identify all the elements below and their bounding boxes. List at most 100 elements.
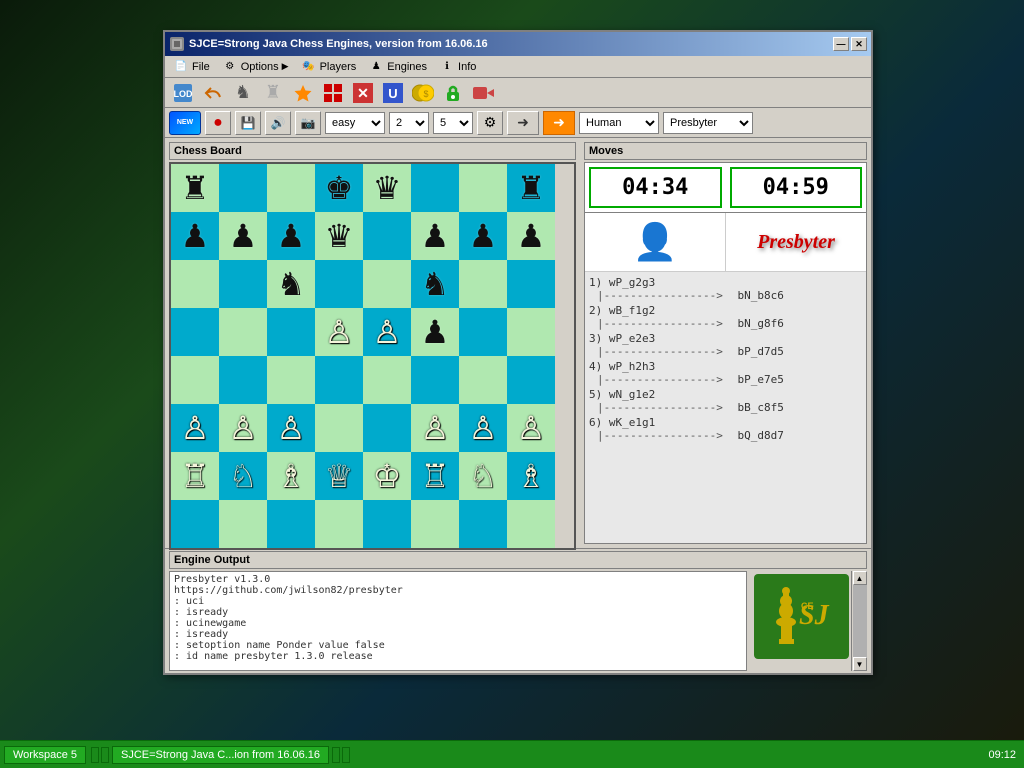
board-square[interactable]: ♙ — [171, 404, 219, 452]
board-square[interactable]: ♚ — [315, 164, 363, 212]
board-square[interactable]: ♟ — [507, 212, 555, 260]
undo-button[interactable] — [199, 80, 227, 106]
board-square[interactable] — [459, 356, 507, 404]
board-square[interactable] — [459, 260, 507, 308]
board-square[interactable] — [171, 260, 219, 308]
board-square[interactable] — [219, 260, 267, 308]
board-square[interactable] — [267, 164, 315, 212]
board-square[interactable]: ♞ — [411, 260, 459, 308]
board-square[interactable] — [459, 500, 507, 548]
board-square[interactable] — [267, 500, 315, 548]
board-square[interactable]: ♙ — [363, 308, 411, 356]
depth2-select[interactable]: 1 2 3 4 5 — [433, 112, 473, 134]
scrollbar-track[interactable] — [853, 585, 867, 657]
board-square[interactable]: ♟ — [411, 212, 459, 260]
board-square[interactable]: ♟ — [219, 212, 267, 260]
stop-button[interactable]: ● — [205, 111, 231, 135]
moves-list[interactable]: 1) wP_g2g3 |-----------------> bN_b8c62)… — [585, 272, 866, 543]
white-player-select[interactable]: Human Computer — [579, 112, 659, 134]
menu-players[interactable]: 🎭 Players — [295, 57, 363, 77]
menu-engines[interactable]: ♟ Engines — [362, 57, 433, 77]
board-square[interactable]: ♖ — [171, 452, 219, 500]
menu-info[interactable]: ℹ Info — [433, 57, 482, 77]
board-square[interactable] — [363, 212, 411, 260]
grid-button[interactable] — [319, 80, 347, 106]
board-square[interactable] — [507, 500, 555, 548]
next-move-button[interactable]: ➜ — [543, 111, 575, 135]
board-square[interactable] — [459, 164, 507, 212]
lod-button[interactable]: LOD — [169, 80, 197, 106]
board-square[interactable]: ♗ — [507, 452, 555, 500]
board-square[interactable] — [219, 308, 267, 356]
knight-piece-button[interactable]: ♞ — [229, 80, 257, 106]
board-square[interactable] — [315, 500, 363, 548]
board-square[interactable]: ♖ — [411, 452, 459, 500]
taskbar-workspace[interactable]: Workspace 5 — [4, 746, 86, 764]
board-square[interactable]: ♙ — [459, 404, 507, 452]
export-button[interactable] — [469, 80, 497, 106]
board-square[interactable] — [219, 500, 267, 548]
camera-button[interactable]: 📷 — [295, 111, 321, 135]
board-square[interactable] — [315, 404, 363, 452]
board-square[interactable]: ♕ — [315, 452, 363, 500]
new-game-button[interactable]: NEW — [169, 111, 201, 135]
scrollbar-down-button[interactable]: ▼ — [853, 657, 867, 671]
prev-move-button[interactable]: ➜ — [507, 111, 539, 135]
chess-board[interactable]: ♜♚♛♜♟♟♟♛♟♟♟♞♞♙♙♟♙♙♙♙♙♙♖♘♗♕♔♖♘♗ — [169, 162, 576, 550]
difficulty-select[interactable]: easy medium hard — [325, 112, 385, 134]
board-square[interactable]: ♛ — [363, 164, 411, 212]
sound-button[interactable]: 🔊 — [265, 111, 291, 135]
board-square[interactable]: ♙ — [411, 404, 459, 452]
rook-piece-button[interactable]: ♜ — [259, 80, 287, 106]
board-square[interactable] — [219, 356, 267, 404]
board-square[interactable] — [363, 500, 411, 548]
board-square[interactable]: ♙ — [315, 308, 363, 356]
board-square[interactable]: ♜ — [507, 164, 555, 212]
board-square[interactable] — [507, 260, 555, 308]
settings-icon-button[interactable]: ⚙ — [477, 111, 503, 135]
board-square[interactable] — [171, 356, 219, 404]
board-square[interactable] — [315, 260, 363, 308]
board-square[interactable] — [219, 164, 267, 212]
board-square[interactable] — [363, 356, 411, 404]
taskbar-app-button[interactable]: SJCE=Strong Java C...ion from 16.06.16 — [112, 746, 329, 764]
board-square[interactable] — [411, 164, 459, 212]
board-square[interactable]: ♟ — [459, 212, 507, 260]
board-square[interactable] — [459, 308, 507, 356]
board-square[interactable] — [267, 308, 315, 356]
board-square[interactable] — [411, 500, 459, 548]
board-square[interactable]: ♜ — [171, 164, 219, 212]
board-square[interactable] — [363, 260, 411, 308]
board-square[interactable]: ♟ — [171, 212, 219, 260]
lock-button[interactable] — [439, 80, 467, 106]
coins-button[interactable]: $ — [409, 80, 437, 106]
board-square[interactable] — [363, 404, 411, 452]
x-button[interactable]: ✕ — [349, 80, 377, 106]
u-button[interactable]: U — [379, 80, 407, 106]
menu-file[interactable]: 📄 File — [167, 57, 216, 77]
minimize-button[interactable]: — — [833, 37, 849, 51]
board-square[interactable] — [267, 356, 315, 404]
board-square[interactable] — [315, 356, 363, 404]
save-button[interactable]: 💾 — [235, 111, 261, 135]
depth1-select[interactable]: 1 2 3 4 5 — [389, 112, 429, 134]
board-square[interactable]: ♛ — [315, 212, 363, 260]
board-square[interactable]: ♔ — [363, 452, 411, 500]
board-square[interactable]: ♟ — [267, 212, 315, 260]
menu-options[interactable]: ⚙ Options ▶ — [216, 57, 295, 77]
board-square[interactable]: ♞ — [267, 260, 315, 308]
board-square[interactable]: ♙ — [219, 404, 267, 452]
star-button[interactable] — [289, 80, 317, 106]
board-square[interactable] — [171, 308, 219, 356]
board-square[interactable]: ♙ — [507, 404, 555, 452]
board-square[interactable] — [171, 500, 219, 548]
board-square[interactable] — [411, 356, 459, 404]
board-square[interactable]: ♗ — [267, 452, 315, 500]
engine-select[interactable]: Presbyter Stockfish Crafty — [663, 112, 753, 134]
scrollbar-up-button[interactable]: ▲ — [853, 571, 867, 585]
board-square[interactable]: ♘ — [459, 452, 507, 500]
board-square[interactable]: ♙ — [267, 404, 315, 452]
board-square[interactable] — [507, 356, 555, 404]
board-square[interactable] — [507, 308, 555, 356]
board-square[interactable]: ♘ — [219, 452, 267, 500]
